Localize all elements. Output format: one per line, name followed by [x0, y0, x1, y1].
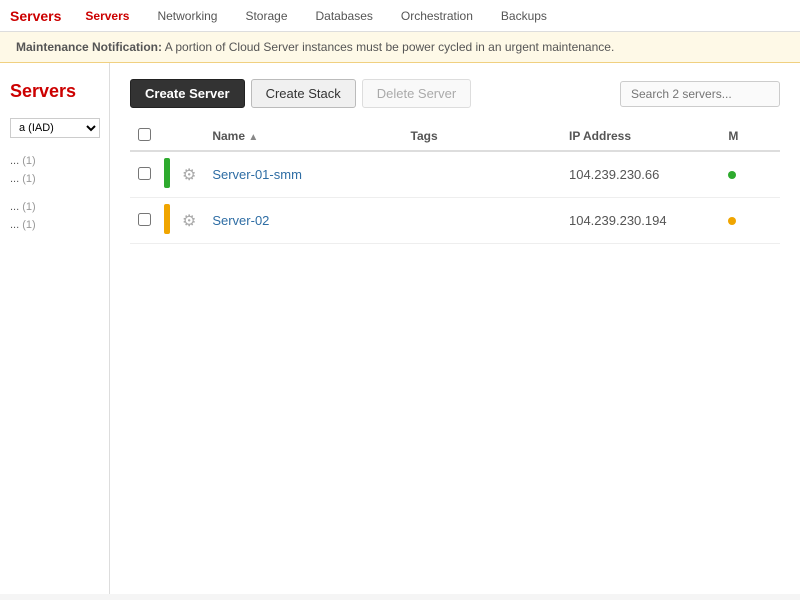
sidebar-item-2[interactable]: ... (1) — [0, 170, 109, 188]
col-header-name[interactable]: Name ▲ — [204, 122, 402, 151]
row1-name-cell: Server-01-smm — [204, 151, 402, 198]
row1-gear-icon[interactable]: ⚙ — [182, 167, 196, 184]
main-layout: Servers a (IAD) ... (1) ... (1) ... (1) … — [0, 63, 800, 594]
sidebar-title: Servers — [0, 73, 109, 114]
notification-banner: Maintenance Notification: A portion of C… — [0, 32, 800, 63]
sidebar-item-label-2: ... (1) — [10, 173, 36, 185]
toolbar: Create Server Create Stack Delete Server — [130, 79, 780, 108]
sidebar-section-2: ... (1) ... (1) — [0, 198, 109, 234]
col-header-status — [160, 122, 174, 151]
row2-monitoring-cell — [720, 198, 780, 244]
table-row: ⚙ Server-02 104.239.230.194 — [130, 198, 780, 244]
nav-items: Servers Networking Storage Databases Orc… — [81, 7, 551, 25]
search-input[interactable] — [620, 81, 780, 107]
col-header-gear — [174, 122, 204, 151]
row2-gear-cell: ⚙ — [174, 198, 204, 244]
nav-item-storage[interactable]: Storage — [241, 7, 291, 25]
logo: Servers — [10, 8, 61, 24]
row1-gear-cell: ⚙ — [174, 151, 204, 198]
col-header-monitoring: M — [720, 122, 780, 151]
sidebar-item-1[interactable]: ... (1) — [0, 152, 109, 170]
col-header-tags: Tags — [403, 122, 561, 151]
row1-checkbox[interactable] — [138, 167, 151, 180]
row1-monitoring-dot — [728, 171, 736, 179]
nav-item-backups[interactable]: Backups — [497, 7, 551, 25]
server-table: Name ▲ Tags IP Address M — [130, 122, 780, 244]
sidebar-item-3[interactable]: ... (1) — [0, 198, 109, 216]
row2-checkbox[interactable] — [138, 213, 151, 226]
sidebar-item-label-4: ... (1) — [10, 219, 36, 231]
sort-arrow-icon: ▲ — [248, 132, 258, 143]
row1-tags-cell — [403, 151, 561, 198]
row1-check-cell — [130, 151, 160, 198]
notification-message: A portion of Cloud Server instances must… — [165, 40, 615, 54]
row2-status-cell — [160, 198, 174, 244]
sidebar-item-label-3: ... (1) — [10, 201, 36, 213]
col-name-label: Name — [212, 129, 245, 143]
row2-tags-cell — [403, 198, 561, 244]
row1-ip-cell: 104.239.230.66 — [561, 151, 720, 198]
content-area: Create Server Create Stack Delete Server… — [110, 63, 800, 594]
row1-status-bar — [164, 158, 170, 188]
delete-server-button[interactable]: Delete Server — [362, 79, 471, 108]
region-select[interactable]: a (IAD) — [10, 118, 100, 138]
create-server-button[interactable]: Create Server — [130, 79, 245, 108]
row2-monitoring-dot — [728, 217, 736, 225]
sidebar-region[interactable]: a (IAD) — [0, 114, 109, 142]
row2-check-cell — [130, 198, 160, 244]
row2-status-bar — [164, 204, 170, 234]
nav-item-orchestration[interactable]: Orchestration — [397, 7, 477, 25]
row1-status-cell — [160, 151, 174, 198]
row1-server-name-link[interactable]: Server-01-smm — [212, 167, 302, 182]
col-header-ip: IP Address — [561, 122, 720, 151]
col-header-check — [130, 122, 160, 151]
row2-server-name-link[interactable]: Server-02 — [212, 213, 269, 228]
row2-gear-icon[interactable]: ⚙ — [182, 213, 196, 230]
sidebar-item-label-1: ... (1) — [10, 155, 36, 167]
sidebar: Servers a (IAD) ... (1) ... (1) ... (1) … — [0, 63, 110, 594]
notification-prefix: Maintenance Notification: — [16, 40, 162, 54]
row1-monitoring-cell — [720, 151, 780, 198]
sidebar-item-4[interactable]: ... (1) — [0, 216, 109, 234]
row2-name-cell: Server-02 — [204, 198, 402, 244]
nav-item-networking[interactable]: Networking — [153, 7, 221, 25]
table-row: ⚙ Server-01-smm 104.239.230.66 — [130, 151, 780, 198]
row2-ip-cell: 104.239.230.194 — [561, 198, 720, 244]
top-nav: Servers Servers Networking Storage Datab… — [0, 0, 800, 32]
nav-item-servers[interactable]: Servers — [81, 7, 133, 25]
select-all-checkbox[interactable] — [138, 128, 151, 141]
nav-item-databases[interactable]: Databases — [312, 7, 377, 25]
sidebar-section-1: ... (1) ... (1) — [0, 152, 109, 188]
create-stack-button[interactable]: Create Stack — [251, 79, 356, 108]
